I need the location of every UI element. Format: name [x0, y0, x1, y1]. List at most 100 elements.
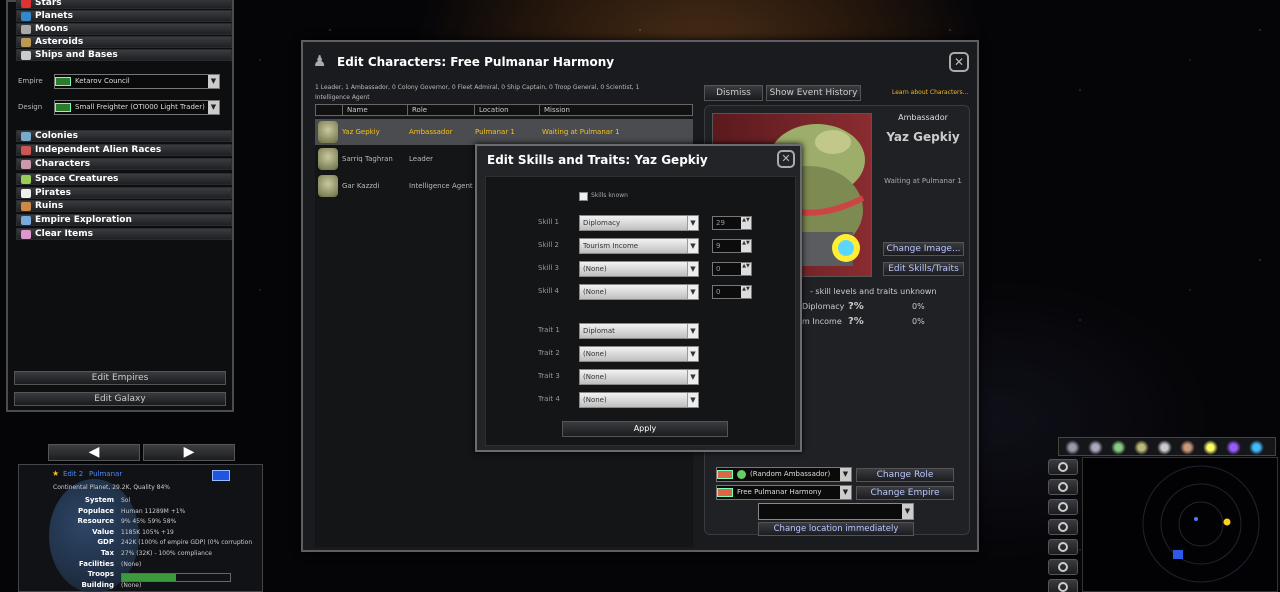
location-select[interactable]: ▼	[758, 503, 914, 520]
skill-select-value: (None)	[583, 265, 607, 273]
skill-level-stepper[interactable]: 0 ▲▼	[712, 262, 752, 276]
sidebar-item-label: Stars	[35, 0, 62, 8]
skill-level-value: 9	[716, 242, 721, 250]
skill-level: ?%	[848, 301, 864, 312]
column-header-name[interactable]: Name	[342, 104, 408, 116]
sidebar-item[interactable]: Moons	[16, 23, 232, 35]
empire-select-value: Free Pulmanar Harmony	[737, 488, 822, 496]
change-empire-button[interactable]: Change Empire	[856, 486, 954, 500]
column-header-role[interactable]: Role	[407, 104, 475, 116]
item-icon	[21, 12, 31, 21]
skill-select[interactable]: Tourism Income ▼	[579, 238, 699, 254]
field-label: Facilities	[78, 559, 114, 568]
sidebar-item[interactable]: Characters	[16, 158, 232, 170]
skill-select[interactable]: Diplomacy ▼	[579, 215, 699, 231]
field-value: 9% 45% 59% 58%	[121, 518, 177, 526]
sidebar-item[interactable]: Ruins	[16, 200, 232, 212]
item-icon	[21, 175, 31, 184]
change-location-button[interactable]: Change location immediately	[758, 522, 914, 536]
change-role-button[interactable]: Change Role	[856, 468, 954, 482]
zoom-view-button[interactable]	[1048, 479, 1078, 495]
fleet-icon[interactable]	[1088, 440, 1103, 455]
role-select[interactable]: (Random Ambassador) ▼	[716, 467, 852, 482]
previous-arrow-button[interactable]: ◀	[48, 444, 140, 461]
asteroid-icon[interactable]	[1180, 440, 1195, 455]
chevron-down-icon: ▼	[902, 504, 913, 519]
zoom-view-button[interactable]	[1048, 519, 1078, 535]
skills-known-checkbox[interactable]	[579, 192, 588, 201]
globe-icon[interactable]	[1249, 440, 1264, 455]
empire-select[interactable]: Free Pulmanar Harmony ▼	[716, 485, 852, 500]
galaxy-minimap[interactable]	[1082, 457, 1278, 592]
edit-skills-traits-button[interactable]: Edit Skills/Traits	[883, 262, 964, 276]
trait-label: Trait 1	[538, 326, 560, 334]
zoom-view-button[interactable]	[1048, 459, 1078, 475]
sidebar-item[interactable]: Empire Exploration	[16, 214, 232, 226]
design-select[interactable]: Small Freighter (OTI000 Light Trader) ▼	[54, 100, 220, 115]
skill-level-stepper[interactable]: 29 ▲▼	[712, 216, 752, 230]
skill-select[interactable]: (None) ▼	[579, 261, 699, 277]
field-label: Populace	[78, 506, 114, 515]
skill-label: Skill 2	[538, 241, 560, 249]
next-arrow-button[interactable]: ▶	[143, 444, 235, 461]
skill-level-value: 0	[716, 288, 721, 296]
sidebar-item[interactable]: Planets	[16, 10, 232, 22]
sidebar-item[interactable]: Clear Items	[16, 228, 232, 240]
planet-icon[interactable]	[1157, 440, 1172, 455]
base-icon[interactable]	[1111, 440, 1126, 455]
character-avatar	[318, 175, 338, 197]
sidebar-item[interactable]: Colonies	[16, 130, 232, 142]
trait-select[interactable]: (None) ▼	[579, 392, 699, 408]
detail-role: Ambassador	[898, 113, 948, 122]
sidebar-item[interactable]: Ships and Bases	[16, 49, 232, 61]
sidebar-item-label: Space Creatures	[35, 174, 119, 184]
close-icon[interactable]: ✕	[777, 150, 795, 168]
empire-flag-icon	[717, 487, 733, 497]
planet-name: Edit 2	[63, 470, 84, 478]
skill-level-stepper[interactable]: 0 ▲▼	[712, 285, 752, 299]
skill-label: Skill 3	[538, 264, 560, 272]
sidebar-item[interactable]: Stars	[16, 0, 232, 9]
dialog-body: Skills known Skill 1 Diplomacy ▼ 29 ▲▼ Skill …	[485, 176, 796, 446]
sidebar-item-label: Colonies	[35, 131, 79, 141]
trait-select[interactable]: (None) ▼	[579, 369, 699, 385]
skill-select[interactable]: (None) ▼	[579, 284, 699, 300]
skill-level: ?%	[848, 316, 864, 327]
trait-select[interactable]: (None) ▼	[579, 346, 699, 362]
show-event-history-button[interactable]: Show Event History	[766, 85, 861, 101]
sidebar-item[interactable]: Pirates	[16, 187, 232, 199]
field-value: Sol	[121, 497, 131, 504]
skill-level-stepper[interactable]: 9 ▲▼	[712, 239, 752, 253]
learn-about-characters-link[interactable]: Learn about Characters...	[892, 89, 968, 96]
edit-skills-dialog: Edit Skills and Traits: Yaz Gepkiy ✕ Ski…	[475, 144, 802, 452]
edit-galaxy-button[interactable]: Edit Galaxy	[14, 392, 226, 406]
field-label: Resource	[77, 517, 114, 526]
zoom-view-button[interactable]	[1048, 559, 1078, 575]
zoom-view-button[interactable]	[1048, 579, 1078, 592]
dismiss-button[interactable]: Dismiss	[704, 85, 763, 101]
creature-icon[interactable]	[1134, 440, 1149, 455]
zoom-view-button[interactable]	[1048, 539, 1078, 555]
trait-select[interactable]: Diplomat ▼	[579, 323, 699, 339]
skill-row: m Income ?% 0%	[802, 316, 952, 327]
sidebar-item[interactable]: Asteroids	[16, 36, 232, 48]
empire-select[interactable]: Ketarov Council ▼	[54, 74, 220, 89]
skill-level-value: 0	[716, 265, 721, 273]
ship-icon[interactable]	[1065, 440, 1080, 455]
galaxy-icon[interactable]	[1226, 440, 1241, 455]
apply-button[interactable]: Apply	[562, 421, 728, 437]
chevron-down-icon: ▼	[840, 468, 851, 481]
zoom-view-button[interactable]	[1048, 499, 1078, 515]
column-header-location[interactable]: Location	[474, 104, 540, 116]
close-icon[interactable]: ✕	[949, 52, 969, 72]
trait-label: Trait 2	[538, 349, 560, 357]
item-icon	[21, 160, 31, 169]
sidebar-item[interactable]: Space Creatures	[16, 173, 232, 185]
planet-name-suffix: Pulmanar	[89, 470, 123, 478]
star-icon[interactable]	[1203, 440, 1218, 455]
edit-empires-button[interactable]: Edit Empires	[14, 371, 226, 385]
change-image-button[interactable]: Change Image...	[883, 242, 964, 256]
column-header-mission[interactable]: Mission	[539, 104, 693, 116]
sidebar-item[interactable]: Independent Alien Races	[16, 144, 232, 156]
table-row[interactable]: Yaz Gepkiy Ambassador Pulmanar 1 Waiting…	[315, 119, 693, 145]
